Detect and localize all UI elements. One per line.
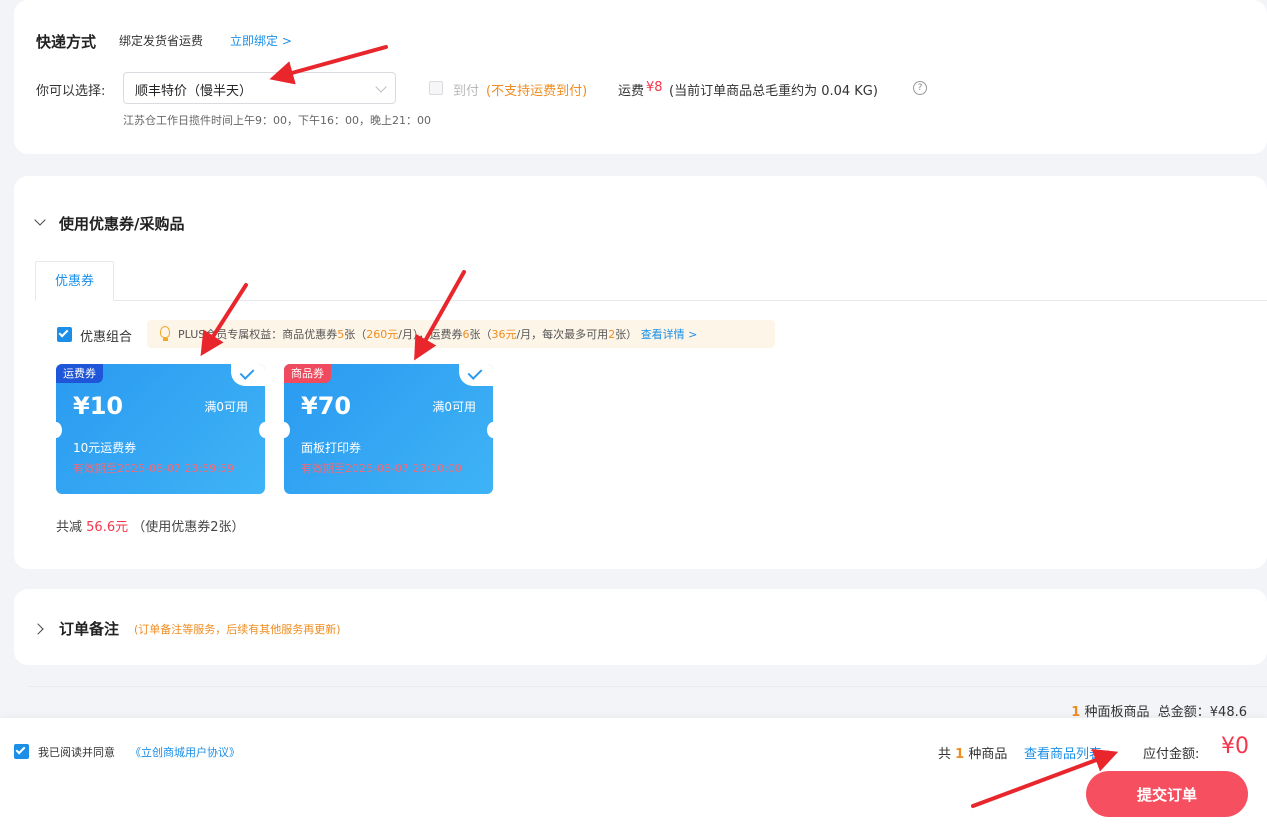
coupon-selected-check — [459, 364, 493, 386]
cod-checkbox[interactable] — [429, 81, 443, 95]
coupon-section: 使用优惠券/采购品 优惠券 优惠组合 PLUS会员专属权益：商品优惠券5张（26… — [14, 176, 1267, 569]
coupon-notch — [487, 422, 493, 438]
chevron-down-icon[interactable] — [34, 214, 46, 226]
plus-member-banner: PLUS会员专属权益：商品优惠券5张（260元/月），运费券6张（36元/月，每… — [147, 320, 775, 348]
coupon-discount-summary: 共减 56.6元 （使用优惠券2张） — [56, 516, 245, 535]
shipping-choose-label: 你可以选择: — [36, 84, 106, 99]
view-goods-list-link[interactable]: 查看商品列表 > — [1024, 743, 1117, 762]
check-icon — [58, 327, 69, 338]
coupon-name: 10元运费券 — [73, 441, 137, 455]
coupon-validity: 有效期至2025-08-07 23:10:00 — [301, 462, 462, 475]
coupon-card-goods[interactable]: 商品券 ¥70 满0可用 面板打印券 有效期至2025-08-07 23:10:… — [284, 364, 493, 494]
order-remark-title[interactable]: 订单备注 — [59, 618, 119, 639]
coupon-tag: 运费券 — [56, 364, 103, 383]
coupon-combo-checkbox[interactable] — [57, 327, 72, 342]
cart-prefix: 共 — [938, 747, 952, 762]
sum-suffix: （使用优惠券2张） — [132, 520, 245, 535]
payable-amount: ¥0 — [1221, 734, 1249, 759]
coupon-condition: 满0可用 — [204, 400, 248, 414]
freight-value: ¥8 — [646, 80, 663, 95]
sum-prefix: 共减 — [56, 520, 83, 535]
coupon-condition: 满0可用 — [432, 400, 476, 414]
user-agreement-link[interactable]: 《立创商城用户协议》 — [130, 744, 240, 760]
coupon-amount: ¥70 — [301, 392, 352, 420]
freight-label: 运费 — [618, 84, 645, 99]
plus-details-link[interactable]: 查看详情 > — [641, 328, 698, 341]
coupon-selected-check — [231, 364, 265, 386]
sum-amount: 56.6元 — [86, 520, 129, 535]
cart-suffix: 种商品 — [968, 747, 1008, 762]
shipping-title: 快递方式 — [36, 33, 97, 51]
lightbulb-icon — [160, 326, 170, 338]
cod-label: 到付 — [453, 84, 480, 99]
payable-label: 应付金额: — [1143, 747, 1200, 762]
cart-count-summary: 共 1 种商品 — [938, 743, 1007, 762]
order-remark-section[interactable]: 订单备注 (订单备注等服务，后续有其他服务再更新) — [14, 589, 1267, 665]
coupon-notch — [259, 422, 265, 438]
tab-divider — [35, 300, 1267, 301]
help-icon[interactable]: ? — [913, 81, 927, 95]
coupon-section-title[interactable]: 使用优惠券/采购品 — [59, 213, 184, 234]
shipping-section: 快递方式 绑定发货省运费 立即绑定 > 你可以选择: 顺丰特价（慢半天） 到付 … — [14, 0, 1267, 154]
shipping-method-value: 顺丰特价（慢半天） — [135, 84, 253, 99]
chevron-right-icon[interactable] — [32, 623, 44, 635]
freight-weight-note: (当前订单商品总毛重约为 0.04 KG) — [669, 84, 878, 99]
chevron-down-icon — [375, 81, 387, 93]
shipping-method-select[interactable]: 顺丰特价（慢半天） — [123, 72, 396, 104]
coupon-notch — [284, 422, 290, 438]
order-total-strip: 1 种面板商品 总金额：¥48.6 — [28, 686, 1267, 720]
cod-unsupported-note: (不支持运费到付) — [486, 84, 588, 99]
bind-now-link[interactable]: 立即绑定 > — [230, 32, 292, 49]
plus-goods-amount: 260元 — [366, 328, 399, 341]
check-icon — [15, 744, 26, 755]
agreement-checkbox[interactable] — [14, 744, 29, 759]
checkout-bar: 我已阅读并同意 《立创商城用户协议》 共 1 种商品 查看商品列表 > 应付金额… — [0, 718, 1267, 828]
coupon-amount: ¥10 — [73, 392, 124, 420]
order-remark-note: (订单备注等服务，后续有其他服务再更新) — [134, 623, 341, 636]
check-icon — [239, 365, 255, 380]
coupon-combo-label: 优惠组合 — [80, 330, 133, 345]
plus-benefit-text: PLUS会员专属权益：商品优惠券5张（260元/月），运费券6张（36元/月，每… — [178, 326, 697, 342]
coupon-card-freight[interactable]: 运费券 ¥10 满0可用 10元运费券 有效期至2025-08-07 23:59… — [56, 364, 265, 494]
pickup-time-note: 江苏仓工作日揽件时间上午9：00，下午16：00，晚上21：00 — [123, 114, 431, 127]
plus-prefix: PLUS会员专属权益：商品优惠券 — [178, 328, 338, 341]
plus-mid1: 张（ — [344, 328, 367, 341]
check-icon — [467, 365, 483, 380]
coupon-name: 面板打印券 — [301, 441, 362, 455]
plus-mid2: /月），运费券 — [398, 328, 463, 341]
bind-province-label: 绑定发货省运费 — [119, 34, 204, 48]
plus-mid4: /月，每次最多可用 — [516, 328, 609, 341]
coupon-validity: 有效期至2025-08-07 23:59:59 — [73, 462, 234, 475]
cart-count: 1 — [955, 747, 965, 762]
submit-order-button[interactable]: 提交订单 — [1086, 771, 1248, 817]
plus-suffix: 张） — [615, 328, 638, 341]
tab-coupons[interactable]: 优惠券 — [35, 261, 114, 301]
agreement-label: 我已阅读并同意 — [38, 746, 115, 759]
coupon-notch — [56, 422, 62, 438]
plus-freight-amount: 36元 — [491, 328, 517, 341]
lightbulb-base — [163, 338, 168, 341]
coupon-tag: 商品券 — [284, 364, 331, 383]
plus-mid3: 张（ — [469, 328, 492, 341]
